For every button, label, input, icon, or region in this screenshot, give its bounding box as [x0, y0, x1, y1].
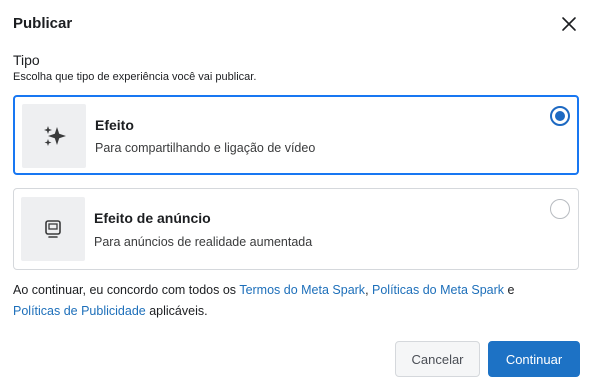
close-icon	[562, 17, 576, 31]
cancel-button[interactable]: Cancelar	[395, 341, 480, 377]
link-meta-spark-policies[interactable]: Políticas do Meta Spark	[372, 283, 504, 297]
option-title: Efeito	[95, 117, 134, 133]
terms-suffix: aplicáveis.	[145, 304, 208, 318]
radio-button[interactable]	[550, 199, 570, 219]
option-description: Para compartilhando e ligação de vídeo	[95, 141, 316, 155]
terms-prefix: Ao continuar, eu concordo com todos os	[13, 283, 240, 297]
sparkle-icon	[44, 126, 66, 146]
option-thumbnail	[22, 104, 86, 168]
radio-button-selected[interactable]	[550, 106, 570, 126]
terms-text: Ao continuar, eu concordo com todos os T…	[13, 280, 583, 322]
continue-button[interactable]: Continuar	[488, 341, 580, 377]
close-button[interactable]	[559, 14, 579, 34]
option-description: Para anúncios de realidade aumentada	[94, 235, 313, 249]
section-description: Escolha que tipo de experiência você vai…	[13, 71, 257, 83]
dialog-title: Publicar	[13, 15, 73, 32]
terms-separator: e	[504, 283, 515, 297]
option-title: Efeito de anúncio	[94, 210, 211, 226]
terms-separator: ,	[365, 283, 373, 297]
link-advertising-policies[interactable]: Políticas de Publicidade	[13, 304, 146, 318]
option-ad-effect[interactable]: Efeito de anúncio Para anúncios de reali…	[13, 188, 579, 270]
option-thumbnail	[21, 197, 85, 261]
option-effect[interactable]: Efeito Para compartilhando e ligação de …	[13, 95, 579, 175]
link-meta-spark-terms[interactable]: Termos do Meta Spark	[239, 283, 365, 297]
ad-display-icon	[45, 220, 61, 238]
section-label: Tipo	[13, 52, 40, 68]
